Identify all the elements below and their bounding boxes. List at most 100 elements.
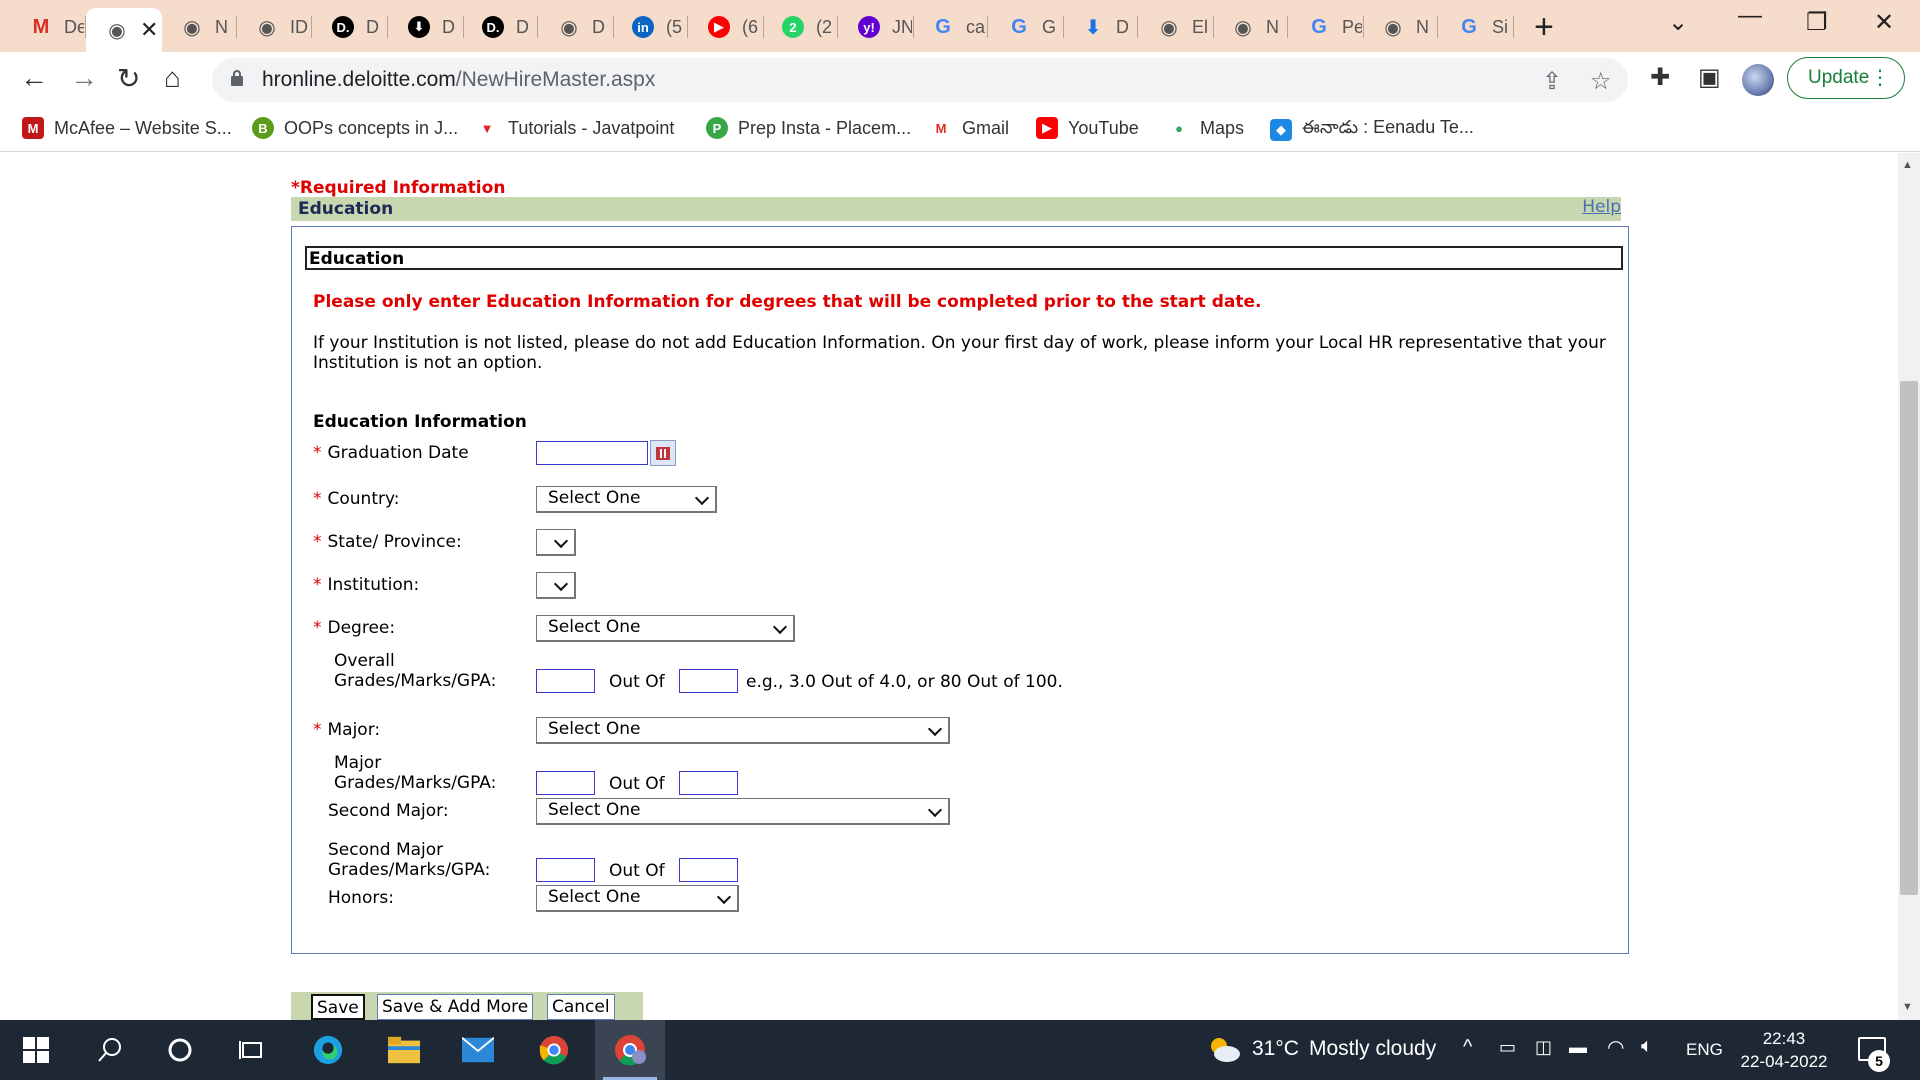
browser-tab[interactable]: G Si	[1438, 10, 1514, 44]
browser-tab[interactable]: ◉ N	[1362, 10, 1438, 44]
calendar-icon[interactable]	[650, 440, 676, 466]
browser-tab[interactable]: ⬇ D	[1062, 10, 1138, 44]
section-title: Education	[298, 199, 394, 219]
degree-select[interactable]: Select One	[536, 615, 795, 642]
page-scrollbar[interactable]: ▲ ▼	[1898, 153, 1920, 1020]
share-icon[interactable]: ⇪	[1542, 67, 1562, 96]
browser-tab[interactable]: ▶ (6	[688, 10, 764, 44]
graduation-date-label: * Graduation Date	[313, 443, 469, 463]
extensions-icon[interactable]: ✚	[1650, 63, 1670, 92]
second-major-select[interactable]: Select One	[536, 798, 950, 825]
bookmark-item[interactable]: ▶ YouTube	[1036, 117, 1139, 139]
browser-tab[interactable]: in (5	[612, 10, 688, 44]
weather-icon[interactable]	[1205, 1034, 1241, 1070]
update-button[interactable]: Update ⋮	[1787, 57, 1905, 99]
browser-tab[interactable]: ◉ N	[1212, 10, 1288, 44]
new-tab-button[interactable]: +	[1534, 8, 1554, 47]
menu-dots-icon[interactable]: ⋮	[1870, 65, 1890, 90]
bookmark-item[interactable]: ● Maps	[1168, 117, 1244, 139]
browser-tab[interactable]: Gca	[912, 10, 988, 44]
side-panel-icon[interactable]: ▣	[1698, 63, 1721, 92]
forward-button[interactable]: →	[70, 62, 98, 94]
browser-tab[interactable]: ◉ El	[1138, 10, 1214, 44]
windows-start-icon[interactable]	[20, 1034, 52, 1066]
bookmark-item[interactable]: P Prep Insta - Placem...	[706, 117, 911, 139]
close-tab-icon[interactable]: ✕	[140, 17, 158, 43]
save-button[interactable]: Save	[311, 994, 365, 1020]
major-grade-max-input[interactable]	[679, 771, 738, 795]
battery-icon[interactable]: ▬	[1569, 1037, 1587, 1058]
bookmark-item[interactable]: ◆ ఈనాడు : Eenadu Te...	[1270, 117, 1474, 142]
tab-title: (5	[666, 16, 683, 37]
required-marker: *	[313, 575, 322, 595]
tab-title: De	[64, 16, 84, 37]
browser-tab[interactable]: M De	[10, 10, 86, 44]
display-icon[interactable]: ◫	[1535, 1037, 1552, 1058]
calendar-glyph	[656, 446, 670, 460]
language-indicator[interactable]: ENG	[1686, 1040, 1723, 1060]
clock[interactable]: 22:43 22-04-2022	[1734, 1027, 1834, 1073]
browser-tab[interactable]: ◉ N	[161, 10, 237, 44]
cancel-button[interactable]: Cancel	[547, 994, 615, 1020]
back-button[interactable]: ←	[20, 62, 48, 94]
browser-tab[interactable]: GG	[988, 10, 1064, 44]
bookmark-item[interactable]: M Gmail	[930, 117, 1009, 139]
overall-grade-max-input[interactable]	[679, 669, 738, 693]
restore-button[interactable]: ❐	[1806, 8, 1828, 37]
major-grade-input[interactable]	[536, 771, 595, 795]
major-select[interactable]: Select One	[536, 717, 950, 744]
meet-now-icon[interactable]: ▭	[1499, 1037, 1516, 1058]
scroll-down-icon[interactable]: ▼	[1902, 1001, 1913, 1013]
tab-title: N	[215, 16, 228, 37]
country-select[interactable]: Select One	[536, 486, 717, 513]
globe-icon: ◉	[108, 19, 126, 42]
chevron-down-icon	[553, 533, 569, 549]
bookmark-item[interactable]: M McAfee – Website S...	[22, 117, 232, 139]
chrome-icon[interactable]	[538, 1034, 570, 1066]
browser-tab[interactable]: ◉ D	[538, 10, 614, 44]
cortana-icon[interactable]	[164, 1034, 196, 1066]
graduation-date-input[interactable]	[536, 441, 648, 465]
scroll-thumb[interactable]	[1900, 381, 1918, 895]
bookmark-star-icon[interactable]: ☆	[1590, 67, 1612, 96]
chevron-down-icon	[772, 619, 788, 635]
task-view-icon[interactable]	[236, 1034, 268, 1066]
mail-icon[interactable]	[462, 1034, 494, 1066]
volume-icon[interactable]: 🔈︎	[1641, 1035, 1653, 1058]
browser-tab[interactable]: D. D	[462, 10, 538, 44]
save-and-add-more-button[interactable]: Save & Add More	[377, 994, 534, 1020]
minimize-button[interactable]: —	[1738, 2, 1762, 30]
browser-tab[interactable]: ⬇ D	[388, 10, 464, 44]
overall-grade-input[interactable]	[536, 669, 595, 693]
scroll-up-icon[interactable]: ▲	[1902, 159, 1913, 171]
chrome-profile-icon[interactable]	[595, 1020, 665, 1080]
help-link[interactable]: Help	[1582, 197, 1621, 217]
browser-tab[interactable]: D. D	[312, 10, 388, 44]
honors-select[interactable]: Select One	[536, 885, 739, 912]
address-bar[interactable]: hronline.deloitte.com/NewHireMaster.aspx…	[212, 58, 1628, 102]
mcafee-icon: M	[22, 117, 44, 139]
edge-icon[interactable]	[312, 1034, 344, 1066]
browser-tab[interactable]: ◉ ✕	[86, 8, 162, 52]
reload-button[interactable]: ↻	[117, 62, 140, 95]
browser-tab[interactable]: ◉ ID	[236, 10, 312, 44]
chevron-up-icon[interactable]: ^	[1463, 1036, 1472, 1059]
weather-temperature[interactable]: 31°C	[1252, 1037, 1299, 1061]
browser-tab[interactable]: G Pe	[1288, 10, 1364, 44]
file-explorer-icon[interactable]	[388, 1034, 420, 1066]
second-major-grade-max-input[interactable]	[679, 858, 738, 882]
bookmark-item[interactable]: ▼ Tutorials - Javatpoint	[476, 117, 675, 139]
second-major-grade-input[interactable]	[536, 858, 595, 882]
home-button[interactable]: ⌂	[164, 62, 181, 94]
search-icon[interactable]	[94, 1034, 126, 1066]
tab-search-icon[interactable]: ⌄	[1668, 8, 1688, 37]
weather-description[interactable]: Mostly cloudy	[1309, 1037, 1436, 1061]
bookmark-item[interactable]: B OOPs concepts in J...	[252, 117, 458, 139]
close-window-button[interactable]: ✕	[1874, 8, 1894, 37]
browser-tab[interactable]: 2 (2	[762, 10, 838, 44]
profile-avatar[interactable]	[1742, 64, 1774, 96]
browser-tab[interactable]: y! JN	[838, 10, 914, 44]
wifi-icon[interactable]: ◠	[1607, 1035, 1624, 1060]
state-select[interactable]	[536, 529, 576, 556]
institution-select[interactable]	[536, 572, 576, 599]
